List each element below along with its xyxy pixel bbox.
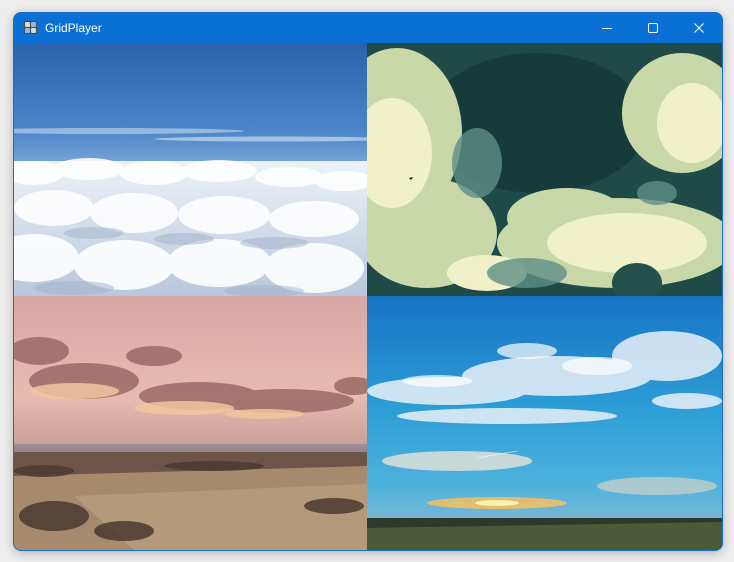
video-cell-1[interactable] bbox=[14, 43, 367, 296]
maximize-icon bbox=[648, 23, 658, 33]
minimize-icon bbox=[602, 28, 612, 29]
title-bar[interactable]: GridPlayer bbox=[14, 13, 722, 43]
close-icon bbox=[694, 23, 704, 33]
video-frame-blue-sky-sunset bbox=[367, 296, 722, 550]
app-grid-icon bbox=[24, 21, 37, 34]
video-frame-clouds-above bbox=[14, 43, 367, 296]
video-grid bbox=[14, 43, 722, 550]
video-cell-4[interactable] bbox=[367, 296, 722, 550]
minimize-button[interactable] bbox=[584, 13, 630, 43]
video-cell-3[interactable] bbox=[14, 296, 367, 550]
video-frame-pink-sunset bbox=[14, 296, 367, 550]
close-button[interactable] bbox=[676, 13, 722, 43]
window-title: GridPlayer bbox=[45, 21, 102, 35]
video-frame-dark-clouds bbox=[367, 43, 722, 296]
app-window: GridPlayer bbox=[13, 12, 723, 551]
video-cell-2[interactable] bbox=[367, 43, 722, 296]
maximize-button[interactable] bbox=[630, 13, 676, 43]
